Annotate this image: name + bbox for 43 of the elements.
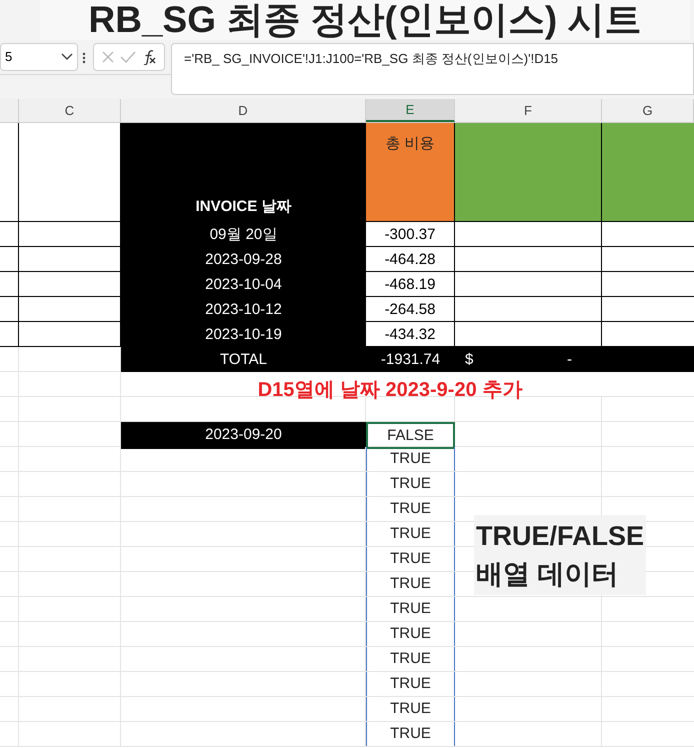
table-cell: 2023-09-28 bbox=[121, 247, 366, 272]
table-cell[interactable]: TRUE bbox=[366, 522, 455, 546]
table-cell[interactable]: FALSE bbox=[366, 422, 455, 449]
table-cell: -1931.74 bbox=[366, 347, 455, 372]
table-cell: -464.28 bbox=[366, 247, 455, 272]
table-cell[interactable]: TRUE bbox=[366, 697, 455, 721]
column-header[interactable]: C bbox=[19, 99, 121, 122]
table-cell[interactable]: TRUE bbox=[366, 622, 455, 646]
table-cell: 2023-10-19 bbox=[121, 322, 366, 347]
cost-header: 총 비용 bbox=[385, 134, 435, 154]
title-overlay: RB_SG 최종 정산(인보이스) 시트 bbox=[88, 0, 642, 40]
table-cell: 09월 20일 bbox=[121, 222, 366, 247]
empty-dash: - bbox=[567, 350, 572, 370]
table-cell: 2023-10-04 bbox=[121, 272, 366, 297]
table-cell[interactable]: TRUE bbox=[366, 597, 455, 621]
more-icon[interactable] bbox=[82, 52, 86, 64]
date-header: INVOICE 날짜 bbox=[196, 196, 292, 216]
table-cell: -264.58 bbox=[366, 297, 455, 322]
name-box[interactable]: 5 bbox=[0, 43, 78, 71]
chevron-down-icon bbox=[61, 53, 73, 61]
table-cell[interactable]: TRUE bbox=[366, 447, 455, 471]
currency-symbol: $ bbox=[465, 350, 474, 370]
column-header[interactable]: G bbox=[602, 99, 694, 122]
table-cell: 2023-10-12 bbox=[121, 297, 366, 322]
table-cell[interactable]: TRUE bbox=[366, 472, 455, 496]
table-cell[interactable]: TRUE bbox=[366, 672, 455, 696]
table-cell[interactable]: TRUE bbox=[366, 497, 455, 521]
table-cell: -300.37 bbox=[366, 222, 455, 247]
table-cell[interactable]: TRUE bbox=[366, 572, 455, 596]
check-icon[interactable] bbox=[120, 50, 136, 64]
function-icon[interactable] bbox=[141, 49, 158, 65]
table-cell[interactable]: TRUE bbox=[366, 647, 455, 671]
table-cell: TOTAL bbox=[121, 347, 366, 372]
callout-text: 배열 데이터 bbox=[476, 558, 620, 591]
table-cell: -468.19 bbox=[366, 272, 455, 297]
note-text: D15열에 날짜 2023-9-20 추가 bbox=[258, 378, 522, 403]
table-cell[interactable]: TRUE bbox=[366, 547, 455, 571]
column-header[interactable]: E bbox=[366, 99, 455, 122]
column-header[interactable]: F bbox=[455, 99, 602, 122]
table-cell: 2023-09-20 bbox=[121, 422, 366, 449]
table-cell[interactable]: TRUE bbox=[366, 722, 455, 746]
formula-field[interactable]: ='RB_ SG_INVOICE'!J1:J100='RB_SG 최종 정산(인보이스)'!D15 bbox=[171, 43, 694, 95]
callout-text: TRUE/FALSE bbox=[476, 520, 644, 553]
